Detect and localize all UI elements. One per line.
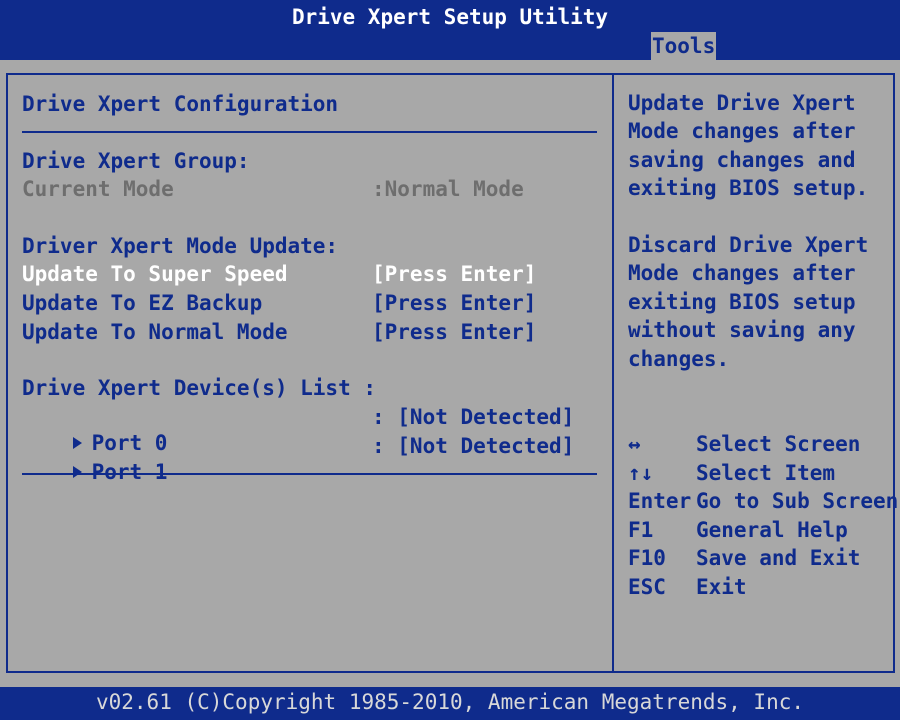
key-select-item-desc: Select Item (696, 461, 836, 485)
device-list-heading: Drive Xpert Device(s) List : (22, 376, 377, 400)
port-1-value: : [Not Detected] (372, 434, 575, 458)
help-text-line: Update Drive Xpert (628, 91, 856, 115)
help-text-line: Mode changes after (628, 119, 856, 143)
key-esc: ESC (628, 575, 666, 599)
submenu-arrow-icon (72, 466, 82, 478)
current-mode-label: Current Mode (22, 177, 174, 201)
key-esc-desc: Exit (696, 575, 747, 599)
help-text-line: exiting BIOS setup. (628, 176, 869, 200)
port-1-label: Port 1 (91, 460, 168, 484)
current-mode-value: :Normal Mode (372, 177, 524, 201)
update-super-speed-item[interactable]: Update To Super Speed (22, 261, 288, 287)
key-select-screen-desc: Select Screen (696, 432, 861, 456)
window-title: Drive Xpert Setup Utility (0, 0, 900, 32)
help-text-line: Discard Drive Xpert (628, 233, 869, 257)
help-text-line: exiting BIOS setup (628, 290, 856, 314)
update-ez-backup-value[interactable]: [Press Enter] (372, 290, 536, 316)
key-select-screen-icon: ↔ (628, 432, 641, 456)
key-enter-desc: Go to Sub Screen (696, 489, 899, 513)
port-0-value: : [Not Detected] (372, 405, 575, 429)
help-text-line: saving changes and (628, 148, 856, 172)
update-normal-mode-item[interactable]: Update To Normal Mode (22, 319, 288, 345)
update-ez-backup-item[interactable]: Update To EZ Backup (22, 290, 262, 316)
port-0-item[interactable]: Port 0 (22, 404, 167, 455)
port-1-item[interactable]: Port 1 (22, 433, 167, 484)
key-f10: F10 (628, 546, 666, 570)
help-text-line: Mode changes after (628, 261, 856, 285)
key-f1: F1 (628, 518, 654, 542)
key-enter: Enter (628, 489, 692, 513)
help-text-line: changes. (628, 347, 730, 371)
section-title: Drive Xpert Configuration (22, 92, 339, 116)
update-normal-mode-value[interactable]: [Press Enter] (372, 319, 536, 345)
section-divider-top (22, 131, 597, 133)
section-divider-bottom (22, 473, 597, 475)
update-super-speed-value[interactable]: [Press Enter] (372, 261, 536, 287)
help-text-line: without saving any (628, 318, 856, 342)
menu-bar: Tools (0, 32, 900, 60)
panel-divider (612, 75, 614, 671)
tab-tools[interactable]: Tools (651, 32, 717, 60)
key-f1-desc: General Help (696, 518, 848, 542)
update-heading: Driver Xpert Mode Update: (22, 234, 339, 258)
copyright-footer: v02.61 (C)Copyright 1985-2010, American … (0, 687, 900, 720)
key-f10-desc: Save and Exit (696, 546, 861, 570)
group-heading: Drive Xpert Group: (22, 149, 250, 173)
key-select-item-icon: ↑↓ (628, 461, 654, 485)
